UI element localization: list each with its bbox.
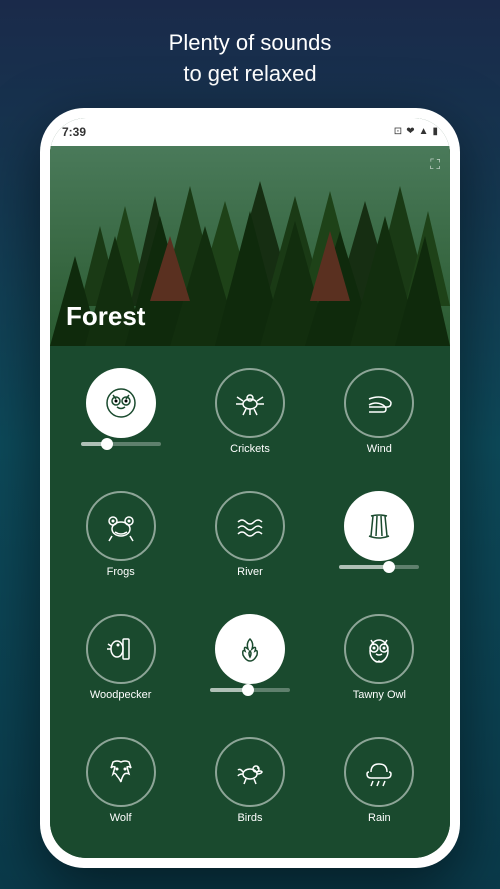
birds-button[interactable] [215, 737, 285, 807]
sound-item-crickets: Crickets [189, 360, 310, 475]
status-icons: ⊡ ❤ ▲ ▮ [394, 126, 438, 137]
wind-button[interactable] [344, 368, 414, 438]
tawny-owl-button[interactable] [344, 614, 414, 684]
header-line1: Plenty of sounds [169, 30, 332, 55]
wind-label: Wind [367, 443, 392, 455]
sound-item-frogs: Frogs [60, 483, 181, 598]
sound-item-wind: Wind [319, 360, 440, 475]
phone-inner: 7:39 ⊡ ❤ ▲ ▮ [50, 118, 450, 858]
woodpecker-button[interactable] [86, 614, 156, 684]
header-line2: to get relaxed [183, 61, 316, 86]
fullscreen-icon[interactable]: ⛶ [430, 156, 440, 173]
notch [190, 118, 310, 136]
signal-icon: ▲ [419, 126, 429, 137]
campfire-button[interactable] [215, 614, 285, 684]
sound-item-river: River [189, 483, 310, 598]
vibrate-icon: ⊡ [394, 126, 402, 137]
campfire-slider[interactable] [210, 688, 290, 692]
wolf-button[interactable] [86, 737, 156, 807]
frogs-button[interactable] [86, 491, 156, 561]
waterfall-button[interactable] [344, 491, 414, 561]
sound-item-rain: Rain [319, 729, 440, 844]
tawny-owl-label: Tawny Owl [353, 689, 406, 701]
rain-label: Rain [368, 812, 391, 824]
crickets-button[interactable] [215, 368, 285, 438]
sound-item-tawny-owl: Tawny Owl [319, 606, 440, 721]
rain-button[interactable] [344, 737, 414, 807]
sound-item-woodpecker: Woodpecker [60, 606, 181, 721]
time: 7:39 [62, 125, 86, 139]
owl-slider[interactable] [81, 442, 161, 446]
birds-label: Birds [237, 812, 262, 824]
wolf-label: Wolf [110, 812, 132, 824]
forest-banner: Forest ⛶ [50, 146, 450, 346]
forest-label: Forest [66, 301, 145, 332]
sound-item-wolf: Wolf [60, 729, 181, 844]
battery-icon: ▮ [432, 126, 438, 137]
phone-wrapper: 7:39 ⊡ ❤ ▲ ▮ [40, 108, 460, 868]
sound-item-campfire [189, 606, 310, 721]
wifi-icon: ❤ [406, 126, 414, 137]
woodpecker-label: Woodpecker [90, 689, 152, 701]
header: Plenty of sounds to get relaxed [169, 28, 332, 90]
sound-grid: Crickets Wind [50, 346, 450, 858]
status-bar: 7:39 ⊡ ❤ ▲ ▮ [50, 118, 450, 146]
frogs-label: Frogs [107, 566, 135, 578]
river-button[interactable] [215, 491, 285, 561]
owl-button[interactable] [86, 368, 156, 438]
sound-item-owl [60, 360, 181, 475]
crickets-label: Crickets [230, 443, 270, 455]
river-label: River [237, 566, 263, 578]
sound-item-birds: Birds [189, 729, 310, 844]
sound-item-waterfall [319, 483, 440, 598]
waterfall-slider[interactable] [339, 565, 419, 569]
